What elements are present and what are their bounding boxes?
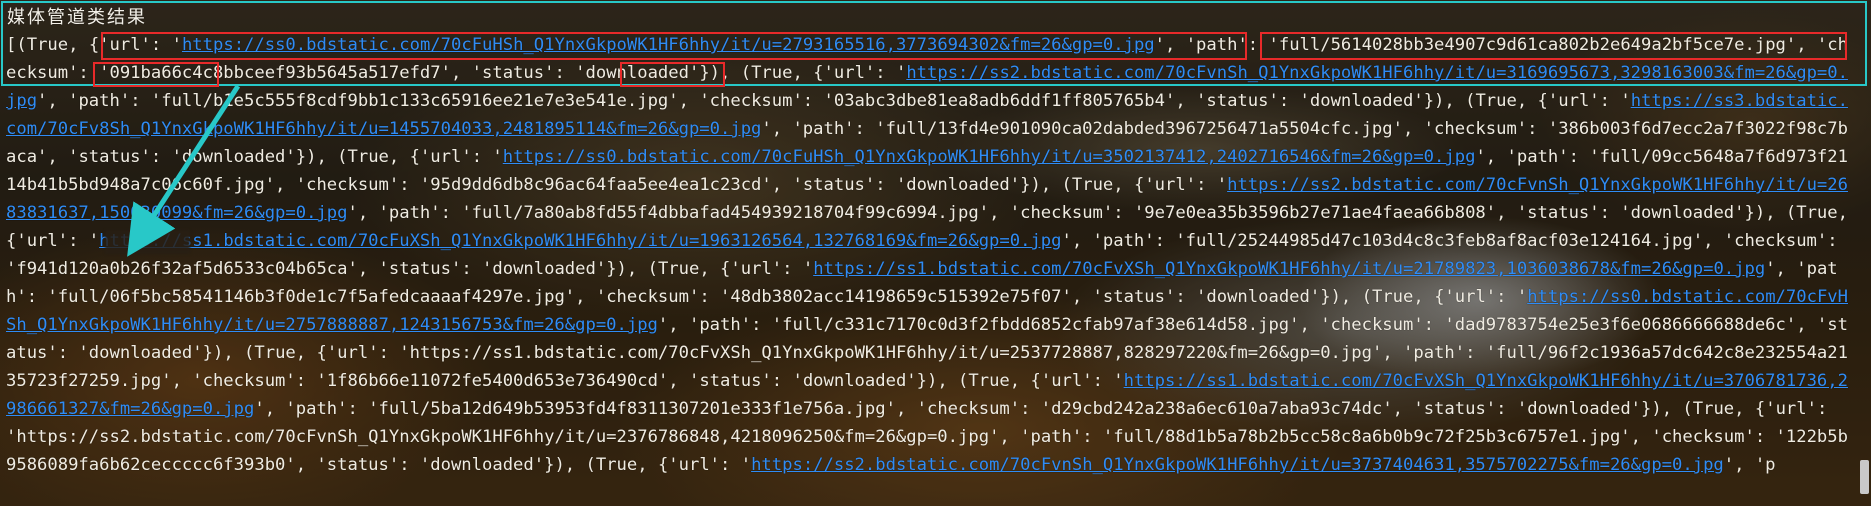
annotation-arrow-icon — [127, 84, 241, 257]
vertical-scrollbar[interactable] — [1857, 0, 1871, 506]
scrollbar-thumb[interactable] — [1860, 460, 1869, 494]
